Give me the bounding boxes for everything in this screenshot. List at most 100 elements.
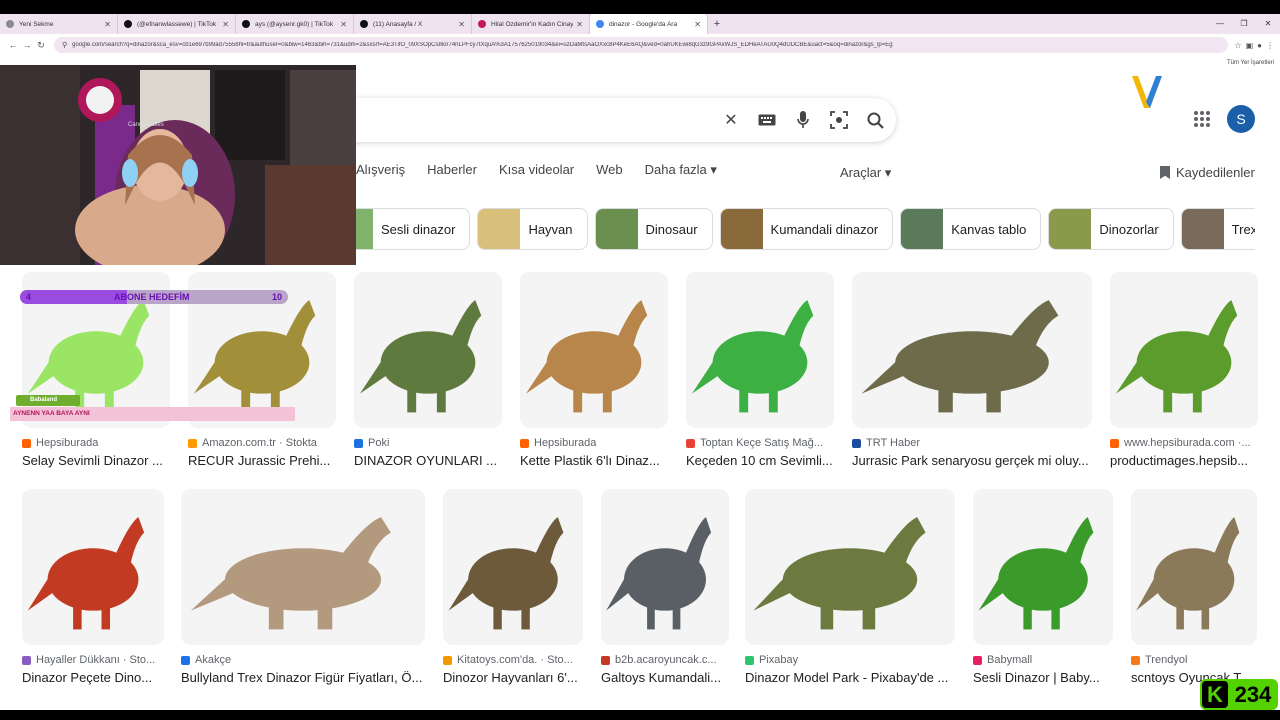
result-source[interactable]: Hepsiburada — [520, 437, 668, 449]
browser-tab[interactable]: Yeni Sekme ✕ — [0, 14, 118, 34]
result-source[interactable]: Babymall — [973, 654, 1113, 666]
refinement-chip[interactable]: Kumandali dinazor — [719, 208, 894, 250]
result-title[interactable]: Kette Plastik 6'lı Dinaz... — [520, 453, 668, 468]
site-info-icon[interactable]: ⚲ — [62, 41, 67, 49]
result-title[interactable]: Jurrasic Park senaryosu gerçek mi oluy..… — [852, 453, 1092, 468]
tab-close-icon[interactable]: ✕ — [576, 20, 583, 29]
result-thumbnail[interactable] — [181, 489, 425, 645]
result-thumbnail[interactable] — [1131, 489, 1257, 645]
clear-icon[interactable]: ✕ — [720, 109, 742, 131]
result-thumbnail[interactable] — [1110, 272, 1258, 428]
result-source[interactable]: b2b.acaroyuncak.c... — [601, 654, 729, 666]
result-source[interactable]: Hayaller Dükkanı · Sto... — [22, 654, 164, 666]
result-source[interactable]: Amazon.com.tr · Stokta — [188, 437, 336, 449]
result-thumbnail[interactable] — [973, 489, 1113, 645]
search-icon[interactable] — [864, 109, 886, 131]
url-input[interactable]: ⚲ google.com/search?q=dinazor&sca_esv=cb… — [54, 37, 1229, 53]
search-tab[interactable]: Web — [596, 162, 623, 182]
image-result[interactable]: Hayaller Dükkanı · Sto... Dinazor Peçete … — [22, 489, 164, 695]
menu-icon[interactable]: ⋮ — [1266, 41, 1274, 50]
google-apps-icon[interactable] — [1194, 111, 1210, 127]
result-source[interactable]: Hepsiburada — [22, 437, 170, 449]
result-title[interactable]: DINAZOR OYUNLARI ... — [354, 453, 502, 468]
result-thumbnail[interactable] — [354, 272, 502, 428]
result-thumbnail[interactable] — [686, 272, 834, 428]
image-result[interactable]: Poki DINAZOR OYUNLARI ... — [354, 272, 502, 478]
image-result[interactable]: Akakçe Bullyland Trex Dinazor Figür Fiyat… — [181, 489, 425, 695]
extension-icon[interactable]: ▣ — [1246, 41, 1254, 50]
camera-lens-icon[interactable] — [828, 109, 850, 131]
keyboard-icon[interactable] — [756, 109, 778, 131]
result-source[interactable]: Akakçe — [181, 654, 425, 666]
close-window-icon[interactable]: ✕ — [1256, 14, 1280, 34]
back-icon[interactable]: ← — [6, 40, 20, 50]
result-title[interactable]: Selay Sevimli Dinazor ... — [22, 453, 170, 468]
tab-close-icon[interactable]: ✕ — [458, 20, 465, 29]
bookmark-star-icon[interactable]: ☆ — [1234, 41, 1241, 50]
dinosaur-image — [1110, 272, 1258, 428]
result-thumbnail[interactable] — [443, 489, 583, 645]
result-source[interactable]: Poki — [354, 437, 502, 449]
result-title[interactable]: Keçeden 10 cm Sevimli... — [686, 453, 834, 468]
image-result[interactable]: Trendyol scntoys Oyuncak T... — [1131, 489, 1257, 695]
chip-label: Kanvas tablo — [951, 221, 1027, 237]
image-result[interactable]: Toptan Keçe Satış Mağ... Keçeden 10 cm Se… — [686, 272, 834, 478]
result-title[interactable]: productimages.hepsib... — [1110, 453, 1258, 468]
result-title[interactable]: Bullyland Trex Dinazor Figür Fiyatları, … — [181, 670, 425, 685]
search-tab[interactable]: Alışveriş — [356, 162, 405, 182]
image-result[interactable]: Hepsiburada Kette Plastik 6'lı Dinaz... — [520, 272, 668, 478]
result-source[interactable]: www.hepsiburada.com ·... — [1110, 437, 1258, 449]
tab-close-icon[interactable]: ✕ — [222, 20, 229, 29]
new-tab-button[interactable]: + — [708, 18, 726, 30]
refinement-chip[interactable]: Trex — [1180, 208, 1255, 250]
browser-tab[interactable]: (11) Anasayfa / X ✕ — [354, 14, 472, 34]
minimize-icon[interactable]: — — [1208, 14, 1232, 34]
all-bookmarks-link[interactable]: Tüm Yer İşaretleri — [1227, 60, 1274, 66]
profile-icon[interactable]: ● — [1257, 41, 1262, 50]
browser-tab[interactable]: (@efnanwlassewe) | TikTok ✕ — [118, 14, 236, 34]
result-source[interactable]: Kitatoys.com'da. · Sto... — [443, 654, 583, 666]
image-result[interactable]: Pixabay Dinazor Model Park - Pixabay'de .… — [745, 489, 955, 695]
result-title[interactable]: Sesli Dinazor | Baby... — [973, 670, 1113, 685]
tab-close-icon[interactable]: ✕ — [104, 20, 111, 29]
account-avatar[interactable]: S — [1227, 105, 1255, 133]
search-tab[interactable]: Haberler — [427, 162, 477, 182]
browser-tab[interactable]: dinazor - Google'da Ara ✕ — [590, 14, 708, 34]
refinement-chip[interactable]: Dinozorlar — [1048, 208, 1174, 250]
image-result[interactable]: TRT Haber Jurrasic Park senaryosu gerçek … — [852, 272, 1092, 478]
result-thumbnail[interactable] — [22, 489, 164, 645]
result-source[interactable]: Trendyol — [1131, 654, 1257, 666]
search-tab[interactable]: Kısa videolar — [499, 162, 574, 182]
result-title[interactable]: Dinozor Hayvanları 6'... — [443, 670, 583, 685]
tab-close-icon[interactable]: ✕ — [340, 20, 347, 29]
browser-tab[interactable]: Hilal Özdemir'in Kadın Cinayeti ✕ — [472, 14, 590, 34]
image-result[interactable]: www.hepsiburada.com ·... productimages.he… — [1110, 272, 1258, 478]
refinement-chip[interactable]: Dinosaur — [594, 208, 713, 250]
result-title[interactable]: Dinazor Model Park - Pixabay'de ... — [745, 670, 955, 685]
saved-button[interactable]: Kaydedilenler — [1160, 165, 1255, 180]
result-title[interactable]: Galtoys Kumandali... — [601, 670, 729, 685]
tools-button[interactable]: Araçlar ▾ — [840, 165, 891, 181]
maximize-icon[interactable]: ❐ — [1232, 14, 1256, 34]
forward-icon[interactable]: → — [20, 40, 34, 50]
result-source[interactable]: Pixabay — [745, 654, 955, 666]
result-source[interactable]: Toptan Keçe Satış Mağ... — [686, 437, 834, 449]
image-result[interactable]: b2b.acaroyuncak.c... Galtoys Kumandali... — [601, 489, 729, 695]
tab-close-icon[interactable]: ✕ — [694, 20, 701, 29]
image-result[interactable]: Kitatoys.com'da. · Sto... Dinozor Hayvanl… — [443, 489, 583, 695]
microphone-icon[interactable] — [792, 109, 814, 131]
result-thumbnail[interactable] — [745, 489, 955, 645]
search-tab[interactable]: Daha fazla ▾ — [645, 162, 717, 182]
result-title[interactable]: Dinazor Peçete Dino... — [22, 670, 164, 685]
result-source[interactable]: TRT Haber — [852, 437, 1092, 449]
refinement-chip[interactable]: Kanvas tablo — [900, 208, 1042, 250]
refinement-chip[interactable]: Hayvan — [477, 208, 588, 250]
result-thumbnail[interactable] — [852, 272, 1092, 428]
result-thumbnail[interactable] — [520, 272, 668, 428]
reload-icon[interactable]: ↻ — [34, 40, 48, 51]
result-title[interactable]: RECUR Jurassic Prehi... — [188, 453, 336, 468]
result-thumbnail[interactable] — [601, 489, 729, 645]
browser-tab[interactable]: ays (@aysenr.gk0) | TikTok ✕ — [236, 14, 354, 34]
search-box[interactable]: ✕ — [300, 98, 896, 142]
image-result[interactable]: Babymall Sesli Dinazor | Baby... — [973, 489, 1113, 695]
